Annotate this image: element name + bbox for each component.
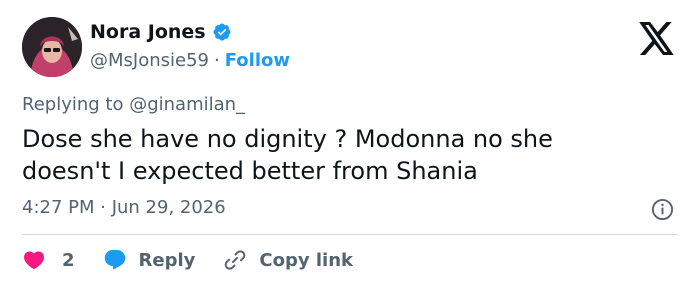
reply-bubble-icon (104, 250, 125, 270)
replying-to: Replying to @ginamilan_ (22, 94, 245, 115)
info-icon[interactable] (651, 198, 674, 221)
author-handle[interactable]: @MsJonsie59 (90, 50, 209, 71)
author-name-row: Nora Jones (90, 20, 232, 44)
like-count: 2 (62, 249, 75, 271)
tweet-text: Dose she have no dignity ? Modonna no sh… (22, 123, 662, 187)
divider (22, 234, 678, 235)
like-button[interactable]: 2 (22, 248, 75, 272)
timestamp-link[interactable]: 4:27 PM · Jun 29, 2026 (22, 197, 226, 218)
reply-button[interactable]: Reply (103, 248, 196, 272)
separator-dot: · (214, 49, 220, 71)
heart-icon (23, 251, 45, 270)
x-logo-icon[interactable] (639, 22, 675, 55)
author-name[interactable]: Nora Jones (90, 21, 206, 43)
reply-mention-link[interactable]: @ginamilan_ (129, 94, 245, 115)
avatar[interactable] (22, 17, 82, 77)
copy-link-label: Copy link (259, 249, 353, 271)
reply-label: Reply (138, 249, 196, 271)
action-bar: 2 Reply Copy link (22, 247, 353, 273)
verified-badge-icon (213, 23, 231, 41)
tweet-text-line-1: Dose she have no dignity ? Modonna no sh… (22, 125, 553, 153)
author-handle-row: @MsJonsie59 · Follow (90, 48, 290, 72)
tweet-text-line-2: doesn't I expected better from Shania (22, 157, 478, 185)
copy-link-button[interactable]: Copy link (223, 248, 353, 272)
link-icon (225, 250, 246, 270)
follow-button[interactable]: Follow (225, 50, 290, 71)
replying-prefix: Replying to (22, 94, 130, 115)
